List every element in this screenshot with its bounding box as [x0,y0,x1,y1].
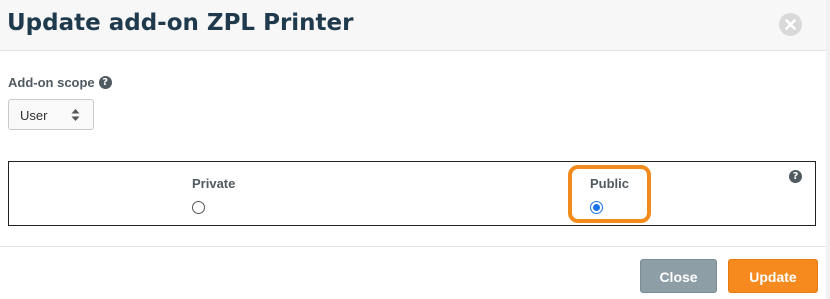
addon-scope-select[interactable]: User [8,99,94,130]
footer-divider [0,246,826,247]
addon-scope-selected-value: User [20,108,48,123]
update-button[interactable]: Update [728,259,818,293]
private-radio[interactable] [192,201,205,214]
addon-scope-label: Add-on scope ? [8,75,112,90]
update-addon-dialog: Update add-on ZPL Printer Add-on scope ?… [0,0,827,299]
dialog-header: Update add-on ZPL Printer [0,0,826,51]
scrollbar[interactable] [826,0,830,299]
public-option-highlight [568,165,651,223]
dialog-title: Update add-on ZPL Printer [7,10,354,36]
question-circle-icon[interactable]: ? [789,170,802,183]
option-private-label: Private [192,176,236,191]
visibility-options-box [8,161,816,226]
sort-arrows-icon [71,109,80,124]
close-button[interactable]: Close [640,259,717,293]
addon-scope-label-text: Add-on scope [8,75,95,90]
question-circle-icon[interactable]: ? [98,76,112,89]
close-icon[interactable] [779,13,802,36]
